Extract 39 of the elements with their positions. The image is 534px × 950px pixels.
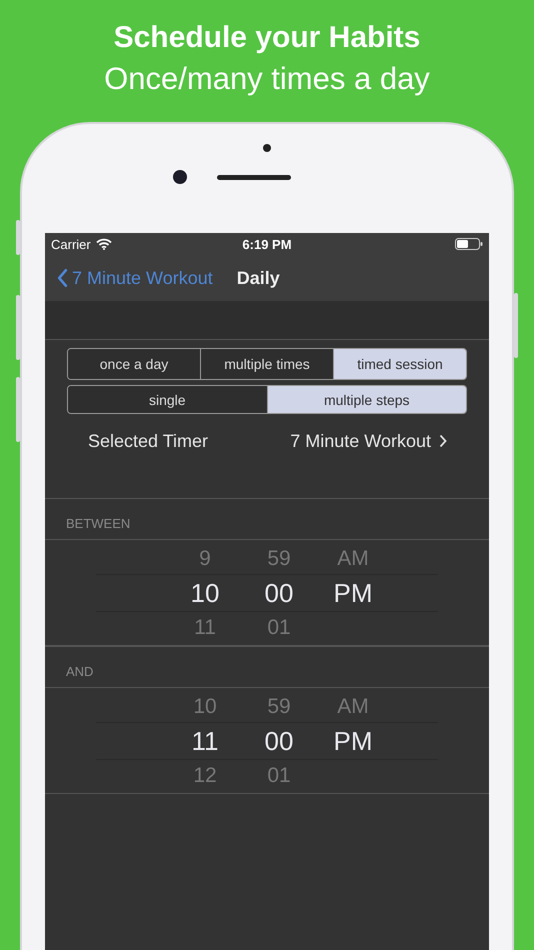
nav-title: Daily — [236, 268, 280, 288]
picker-value: 11 — [194, 615, 216, 641]
picker-value: 11 — [192, 725, 218, 758]
picker-value: 59 — [267, 546, 291, 572]
picker-value: PM — [334, 577, 372, 610]
picker-value: AM — [337, 546, 369, 572]
section-header: AND — [66, 664, 94, 679]
picker-value: AM — [337, 694, 369, 720]
segment-tab[interactable]: multiple steps — [266, 386, 466, 413]
timer-link[interactable]: 7 Minute Workout — [290, 430, 447, 452]
timer-label: Selected Timer — [88, 430, 208, 452]
speaker-icon — [217, 174, 291, 180]
time-picker[interactable]: 10 11 12 59 00 01 AM PM — [45, 687, 489, 794]
subheadline: Once/many times a day — [104, 60, 430, 98]
headline: Schedule your Habits — [114, 20, 420, 56]
picker-value: 10 — [193, 694, 217, 720]
segment-tab[interactable]: timed session — [333, 349, 466, 379]
lens-icon — [173, 170, 187, 184]
segment-tab[interactable]: single — [68, 386, 266, 413]
picker-value: 00 — [264, 725, 294, 758]
battery-icon — [455, 238, 483, 250]
picker-value: 59 — [267, 694, 291, 720]
camera-icon — [263, 144, 271, 152]
wifi-icon — [96, 238, 112, 250]
picker-value: 00 — [264, 577, 294, 610]
carrier-label: Carrier — [51, 236, 91, 252]
time-picker[interactable]: 9 10 11 59 00 01 AM PM — [45, 539, 489, 646]
picker-value: PM — [334, 725, 372, 758]
status-time: 6:19 PM — [242, 236, 292, 252]
picker-value: 12 — [193, 763, 217, 789]
segment-tab[interactable]: multiple times — [200, 349, 333, 379]
segment-tab[interactable]: once a day — [68, 349, 200, 379]
picker-value: 01 — [267, 763, 291, 789]
section-header: BETWEEN — [66, 516, 130, 531]
picker-value: 9 — [199, 546, 211, 572]
picker-value: 10 — [190, 577, 220, 610]
picker-value: 01 — [267, 615, 291, 641]
chevron-right-icon — [439, 434, 447, 448]
back-icon — [57, 268, 68, 288]
